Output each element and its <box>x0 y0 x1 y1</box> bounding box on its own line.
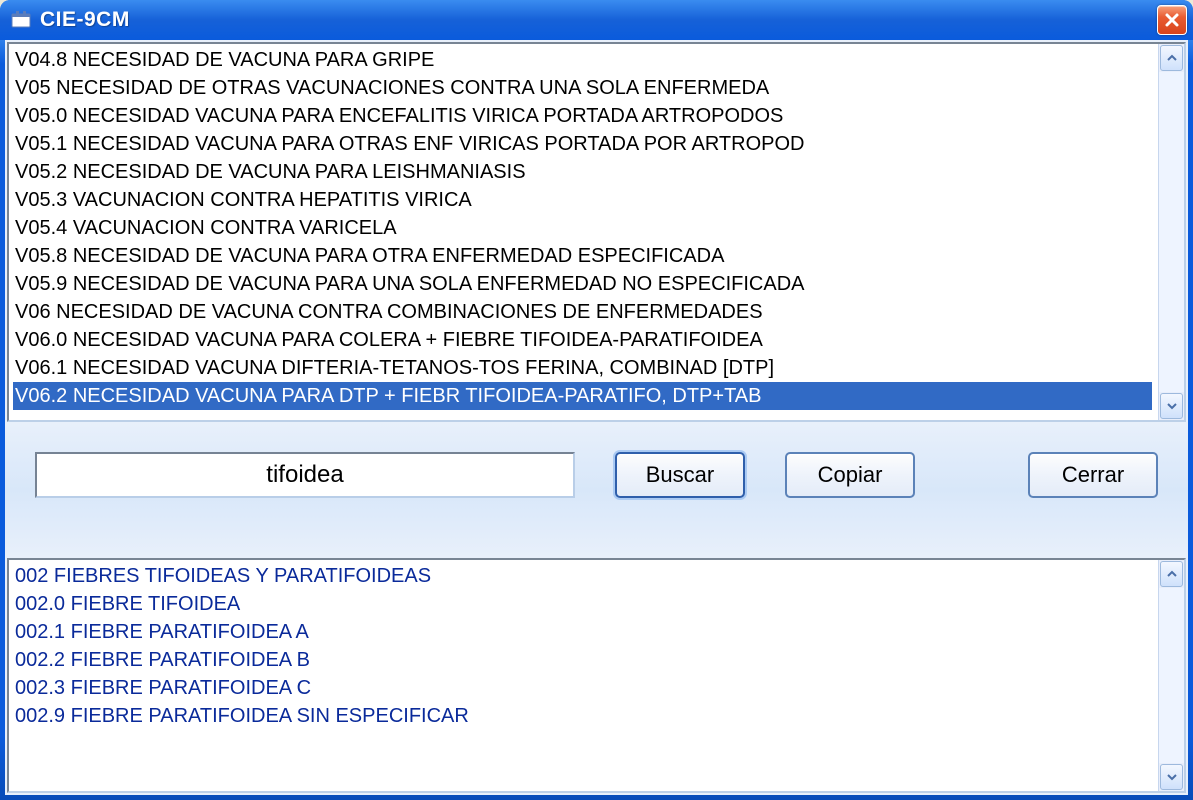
list-item[interactable]: 002.1 FIEBRE PARATIFOIDEA A <box>13 618 1152 646</box>
close-icon <box>1164 12 1180 28</box>
list-item[interactable]: 002 FIEBRES TIFOIDEAS Y PARATIFOIDEAS <box>13 562 1152 590</box>
scrollbar[interactable] <box>1158 44 1184 420</box>
window-title: CIE-9CM <box>40 8 1157 32</box>
scroll-track[interactable] <box>1159 72 1184 392</box>
scrollbar[interactable] <box>1158 560 1184 791</box>
list-item[interactable]: V05.4 VACUNACION CONTRA VARICELA <box>13 214 1152 242</box>
close-window-button[interactable] <box>1157 5 1187 35</box>
scroll-down-button[interactable] <box>1160 393 1183 419</box>
list-item[interactable]: V06.2 NECESIDAD VACUNA PARA DTP + FIEBR … <box>13 382 1152 410</box>
list-item[interactable]: V05.8 NECESIDAD DE VACUNA PARA OTRA ENFE… <box>13 242 1152 270</box>
chevron-down-icon <box>1167 401 1177 411</box>
list-item[interactable]: V05.0 NECESIDAD VACUNA PARA ENCEFALITIS … <box>13 102 1152 130</box>
list-item[interactable]: V05.2 NECESIDAD DE VACUNA PARA LEISHMANI… <box>13 158 1152 186</box>
list-item[interactable]: V06 NECESIDAD DE VACUNA CONTRA COMBINACI… <box>13 298 1152 326</box>
results-list-content: 002 FIEBRES TIFOIDEAS Y PARATIFOIDEAS002… <box>9 560 1156 791</box>
list-item[interactable]: V05 NECESIDAD DE OTRAS VACUNACIONES CONT… <box>13 74 1152 102</box>
list-item[interactable]: 002.2 FIEBRE PARATIFOIDEA B <box>13 646 1152 674</box>
list-item[interactable]: 002.9 FIEBRE PARATIFOIDEA SIN ESPECIFICA… <box>13 702 1152 730</box>
list-item[interactable]: V06.1 NECESIDAD VACUNA DIFTERIA-TETANOS-… <box>13 354 1152 382</box>
scroll-down-button[interactable] <box>1160 764 1183 790</box>
codes-list-content: V04.8 NECESIDAD DE VACUNA PARA GRIPEV05 … <box>9 44 1156 420</box>
client-area: V04.8 NECESIDAD DE VACUNA PARA GRIPEV05 … <box>5 40 1188 795</box>
list-item[interactable]: V06.0 NECESIDAD VACUNA PARA COLERA + FIE… <box>13 326 1152 354</box>
app-icon <box>10 9 32 31</box>
scroll-up-button[interactable] <box>1160 561 1183 587</box>
chevron-down-icon <box>1167 772 1177 782</box>
copy-button[interactable]: Copiar <box>785 452 915 498</box>
chevron-up-icon <box>1167 53 1177 63</box>
search-button[interactable]: Buscar <box>615 452 745 498</box>
list-item[interactable]: V05.9 NECESIDAD DE VACUNA PARA UNA SOLA … <box>13 270 1152 298</box>
list-item[interactable]: V04.8 NECESIDAD DE VACUNA PARA GRIPE <box>13 46 1152 74</box>
chevron-up-icon <box>1167 569 1177 579</box>
list-item[interactable]: 002.0 FIEBRE TIFOIDEA <box>13 590 1152 618</box>
titlebar[interactable]: CIE-9CM <box>0 0 1193 40</box>
scroll-up-button[interactable] <box>1160 45 1183 71</box>
codes-listbox-bottom[interactable]: 002 FIEBRES TIFOIDEAS Y PARATIFOIDEAS002… <box>7 558 1186 793</box>
close-button[interactable]: Cerrar <box>1028 452 1158 498</box>
list-item[interactable]: 002.3 FIEBRE PARATIFOIDEA C <box>13 674 1152 702</box>
app-window: CIE-9CM V04.8 NECESIDAD DE VACUNA PARA G… <box>0 0 1193 800</box>
codes-listbox-top[interactable]: V04.8 NECESIDAD DE VACUNA PARA GRIPEV05 … <box>7 42 1186 422</box>
list-item[interactable]: V05.1 NECESIDAD VACUNA PARA OTRAS ENF VI… <box>13 130 1152 158</box>
search-input[interactable] <box>35 452 575 498</box>
scroll-track[interactable] <box>1159 588 1184 763</box>
list-item[interactable]: V05.3 VACUNACION CONTRA HEPATITIS VIRICA <box>13 186 1152 214</box>
controls-row: Buscar Copiar Cerrar <box>5 422 1188 558</box>
